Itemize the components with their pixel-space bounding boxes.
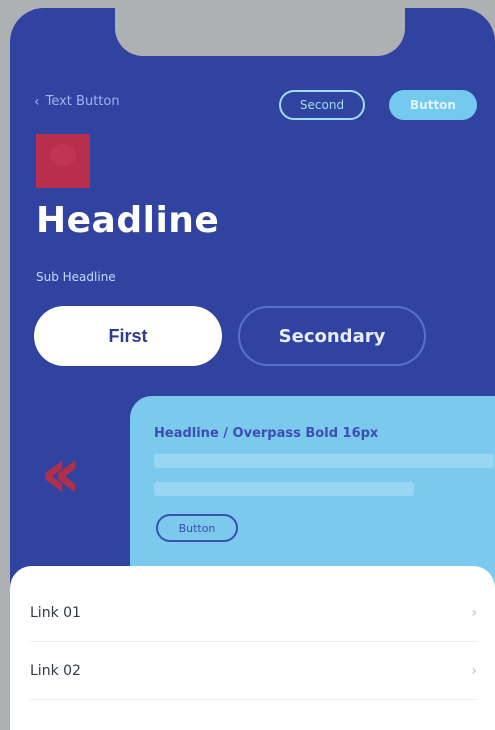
link-row-01[interactable]: Link 01 ›	[30, 584, 477, 642]
device-notch	[115, 8, 405, 56]
card-title: Headline / Overpass Bold 16px	[154, 426, 379, 441]
double-chevron-left-icon[interactable]: ‹‹	[40, 438, 82, 508]
bottom-sheet: Link 01 › Link 02 ›	[10, 566, 495, 730]
chevron-right-icon: ›	[471, 604, 477, 621]
secondary-button[interactable]: Secondary	[238, 306, 426, 366]
back-text-button[interactable]: ‹ Text Button	[34, 94, 120, 109]
second-button[interactable]: Second	[279, 90, 365, 120]
logo-dot	[50, 144, 76, 166]
page-headline: Headline	[36, 200, 220, 241]
phone-screen: ‹ Text Button Second Button Headline Sub…	[10, 8, 495, 730]
link-label-02: Link 02	[30, 662, 81, 679]
card-text-placeholder-line-1	[154, 454, 494, 468]
link-label-01: Link 01	[30, 604, 81, 621]
first-button[interactable]: First	[34, 306, 222, 366]
link-row-02[interactable]: Link 02 ›	[30, 642, 477, 700]
back-text-button-label: Text Button	[45, 94, 120, 109]
chevron-left-icon: ‹	[34, 93, 40, 110]
top-primary-button[interactable]: Button	[389, 90, 477, 120]
card-text-placeholder-line-2	[154, 482, 414, 496]
card-button[interactable]: Button	[156, 514, 238, 542]
brand-logo-icon	[36, 134, 90, 188]
page-subheadline: Sub Headline	[36, 270, 116, 284]
chevron-right-icon: ›	[471, 662, 477, 679]
top-bar: ‹ Text Button Second Button	[34, 90, 477, 122]
